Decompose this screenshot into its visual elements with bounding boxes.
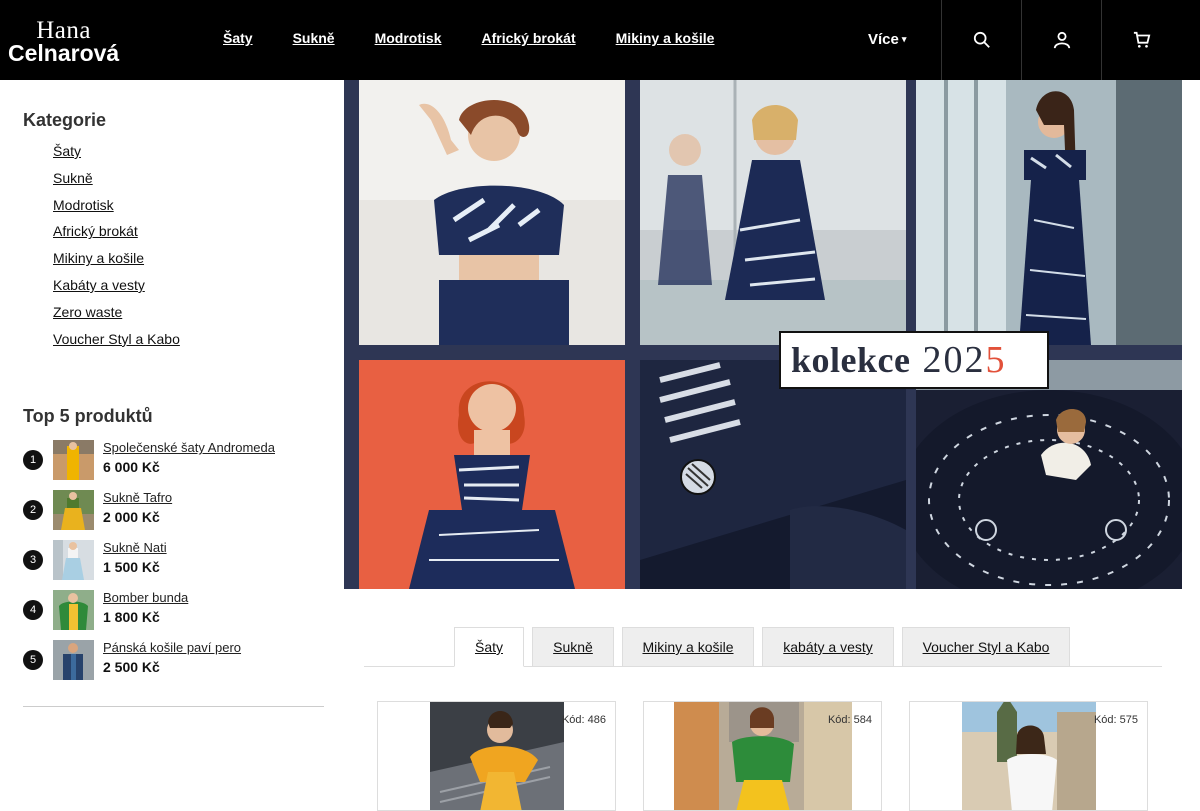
category-item: Africký brokát — [23, 223, 324, 250]
search-button[interactable] — [941, 0, 1021, 80]
product-price: 6 000 Kč — [103, 459, 160, 476]
tab-mikiny-a-kosile[interactable]: Mikiny a košile — [622, 627, 754, 667]
product-image[interactable] — [674, 702, 852, 811]
banner-photo — [359, 360, 625, 589]
sidebar-divider — [23, 706, 324, 708]
collection-year: 2025 — [922, 338, 1006, 382]
cart-icon — [1133, 31, 1150, 48]
product-code: Kód: 575 — [1093, 714, 1138, 726]
site-header: Hana Celnarová Šaty Sukně Modrotisk Afri… — [0, 0, 1200, 80]
product-name-link[interactable]: Bomber bunda — [103, 590, 188, 605]
product-thumbnail[interactable] — [53, 490, 94, 531]
top-product-item: 1 Společenské šaty Andromeda 6 000 Kč — [23, 437, 324, 487]
top-product-item: 3 Sukně Nati 1 500 Kč — [23, 537, 324, 587]
nav-item-sukne[interactable]: Sukně — [293, 30, 335, 46]
collection-year-end: 5 — [985, 339, 1007, 381]
top-products-list: 1 Společenské šaty Andromeda 6 000 Kč 2 … — [23, 437, 324, 687]
product-image[interactable] — [430, 702, 564, 811]
more-label: Více — [868, 31, 899, 48]
nav-item-modrotisk[interactable]: Modrotisk — [375, 30, 442, 46]
product-card[interactable]: Kód: 584 — [643, 701, 882, 811]
product-code: Kód: 486 — [561, 714, 606, 726]
category-link-voucher[interactable]: Voucher Styl a Kabo — [53, 331, 180, 347]
banner-photo — [916, 80, 1182, 345]
category-item: Šaty — [23, 143, 324, 170]
cart-button[interactable] — [1101, 0, 1181, 80]
category-item: Mikiny a košile — [23, 250, 324, 277]
nav-item-mikiny-a-kosile[interactable]: Mikiny a košile — [616, 30, 715, 46]
product-thumbnail[interactable] — [53, 440, 94, 481]
product-name-link[interactable]: Sukně Tafro — [103, 490, 172, 505]
tab-kabaty-a-vesty[interactable]: kabáty a vesty — [762, 627, 894, 667]
category-link-sukne[interactable]: Sukně — [53, 170, 93, 186]
product-image[interactable] — [962, 702, 1096, 811]
category-item: Voucher Styl a Kabo — [23, 331, 324, 358]
product-code: Kód: 584 — [827, 714, 872, 726]
user-icon — [1053, 31, 1070, 49]
sidebar: Kategorie Šaty Sukně Modrotisk Africký b… — [23, 80, 324, 708]
banner-photo — [640, 80, 906, 345]
nav-item-africky-brokat[interactable]: Africký brokát — [481, 30, 575, 46]
banner-photo — [916, 360, 1182, 589]
category-link-modrotisk[interactable]: Modrotisk — [53, 197, 114, 213]
product-price: 2 000 Kč — [103, 509, 160, 526]
collection-title: kolekce 2025 — [779, 331, 1049, 389]
rank-badge: 4 — [23, 600, 43, 621]
rank-badge: 1 — [23, 450, 43, 471]
category-item: Sukně — [23, 170, 324, 197]
collection-word: kolekce — [791, 340, 911, 380]
logo[interactable]: Hana Celnarová — [8, 18, 119, 65]
tab-saty[interactable]: Šaty — [454, 627, 524, 667]
product-name-link[interactable]: Společenské šaty Andromeda — [103, 440, 275, 455]
category-item: Zero waste — [23, 304, 324, 331]
banner-photo — [640, 360, 906, 589]
product-thumbnail[interactable] — [53, 540, 94, 581]
category-list: Šaty Sukně Modrotisk Africký brokát Miki… — [23, 143, 324, 357]
main-nav: Šaty Sukně Modrotisk Africký brokát Miki… — [223, 30, 754, 46]
product-name-link[interactable]: Pánská košile paví pero — [103, 640, 241, 655]
rank-badge: 3 — [23, 550, 43, 571]
banner-photo — [359, 80, 625, 345]
product-name-link[interactable]: Sukně Nati — [103, 540, 167, 555]
chevron-down-icon: ▾ — [901, 34, 907, 44]
product-thumbnail[interactable] — [53, 590, 94, 631]
collection-year-start: 202 — [922, 339, 986, 381]
categories-title: Kategorie — [23, 110, 107, 130]
product-card[interactable]: Kód: 486 — [377, 701, 616, 811]
category-link-saty[interactable]: Šaty — [53, 143, 81, 159]
collection-banner[interactable]: kolekce 2025 — [344, 80, 1182, 589]
top-products-title: Top 5 produktů — [23, 406, 153, 427]
tab-voucher[interactable]: Voucher Styl a Kabo — [902, 627, 1070, 667]
top-product-item: 2 Sukně Tafro 2 000 Kč — [23, 487, 324, 537]
product-price: 2 500 Kč — [103, 659, 160, 676]
logo-line-2: Celnarová — [8, 40, 120, 66]
category-link-zero-waste[interactable]: Zero waste — [53, 304, 122, 320]
category-link-africky-brokat[interactable]: Africký brokát — [53, 223, 138, 239]
tab-sukne[interactable]: Sukně — [532, 627, 614, 667]
search-icon — [973, 31, 990, 48]
account-button[interactable] — [1021, 0, 1101, 80]
product-thumbnail[interactable] — [53, 640, 94, 681]
category-item: Modrotisk — [23, 197, 324, 224]
product-price: 1 500 Kč — [103, 559, 160, 576]
rank-badge: 2 — [23, 500, 43, 521]
category-link-kabaty-a-vesty[interactable]: Kabáty a vesty — [53, 277, 145, 293]
category-item: Kabáty a vesty — [23, 277, 324, 304]
product-card[interactable]: Kód: 575 — [909, 701, 1148, 811]
top-product-item: 5 Pánská košile paví pero 2 500 Kč — [23, 637, 324, 687]
category-link-mikiny-a-kosile[interactable]: Mikiny a košile — [53, 250, 144, 266]
nav-item-saty[interactable]: Šaty — [223, 30, 253, 46]
more-menu-button[interactable]: Více ▾ — [868, 31, 906, 48]
top-product-item: 4 Bomber bunda 1 800 Kč — [23, 587, 324, 637]
rank-badge: 5 — [23, 650, 43, 671]
product-price: 1 800 Kč — [103, 609, 160, 626]
